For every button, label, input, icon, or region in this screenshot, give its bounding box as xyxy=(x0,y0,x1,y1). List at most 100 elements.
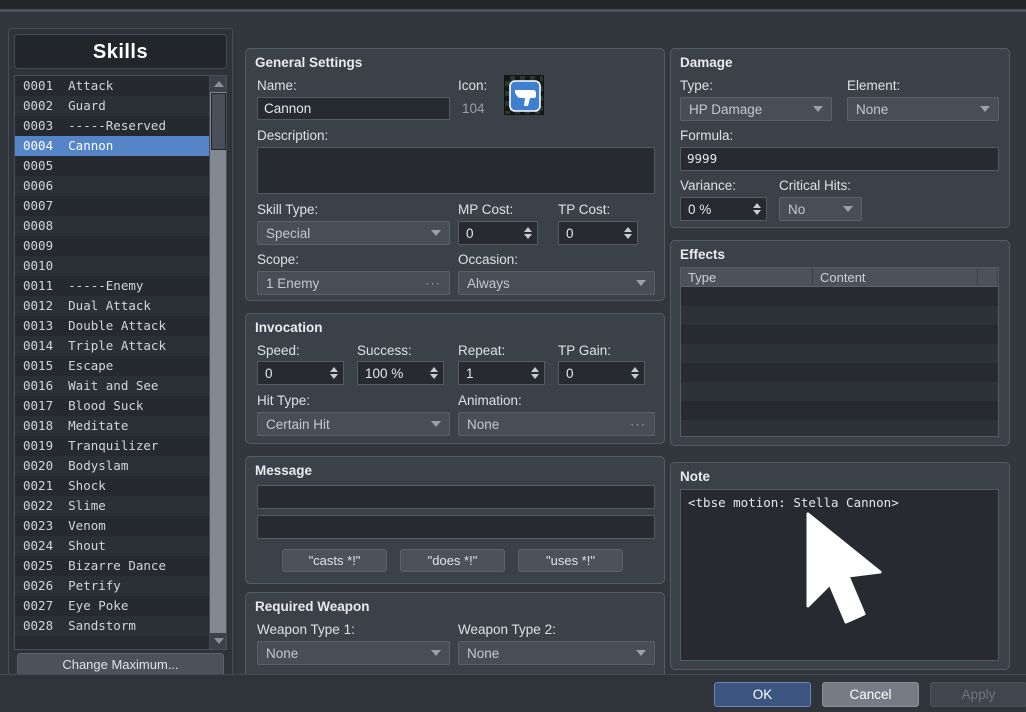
scroll-down-button[interactable] xyxy=(210,633,226,649)
tp-gain-stepper[interactable]: 0 xyxy=(558,361,645,385)
list-item[interactable]: 0007 xyxy=(15,196,211,216)
skills-listbox[interactable]: 0001 Attack 0002 Guard 0003 -----Reserved 0… xyxy=(14,75,227,650)
table-row[interactable] xyxy=(681,344,998,363)
table-row[interactable] xyxy=(681,401,998,420)
spinner-up-icon[interactable] xyxy=(531,367,539,372)
table-row[interactable] xyxy=(681,382,998,401)
spinner-up-icon[interactable] xyxy=(430,367,438,372)
damage-type-select[interactable]: HP Damage xyxy=(680,97,832,121)
list-item[interactable]: 0003 -----Reserved xyxy=(15,116,211,136)
list-item[interactable]: 0005 xyxy=(15,156,211,176)
weapon-type-2-select[interactable]: None xyxy=(458,641,655,665)
spinner-down-icon[interactable] xyxy=(631,374,639,379)
table-row[interactable] xyxy=(681,306,998,325)
success-spinner-buttons[interactable] xyxy=(430,367,438,379)
scope-select[interactable]: 1 Enemy ··· xyxy=(257,271,450,295)
spinner-down-icon[interactable] xyxy=(624,234,632,239)
weapon-type-1-select[interactable]: None xyxy=(257,641,450,665)
skills-list-scrollbar[interactable] xyxy=(209,76,226,649)
table-row[interactable] xyxy=(681,363,998,382)
occasion-select[interactable]: Always xyxy=(458,271,655,295)
speed-spinner-buttons[interactable] xyxy=(330,367,338,379)
list-item[interactable]: 0019 Tranquilizer xyxy=(15,436,211,456)
effects-column-spacer[interactable] xyxy=(978,268,998,286)
message-preset-does-button[interactable]: "does *!" xyxy=(400,549,505,572)
effects-table-body[interactable] xyxy=(681,287,998,436)
list-item[interactable]: 0010 xyxy=(15,256,211,276)
repeat-spinner-buttons[interactable] xyxy=(531,367,539,379)
list-item[interactable]: 0008 xyxy=(15,216,211,236)
list-item[interactable]: 0011 -----Enemy xyxy=(15,276,211,296)
effects-column-content[interactable]: Content xyxy=(813,268,978,286)
speed-stepper[interactable]: 0 xyxy=(257,361,344,385)
critical-hits-select[interactable]: No xyxy=(779,197,862,221)
cancel-button[interactable]: Cancel xyxy=(822,682,919,707)
pistol-icon[interactable] xyxy=(504,75,544,115)
list-item[interactable]: 0012 Dual Attack xyxy=(15,296,211,316)
ellipsis-icon[interactable]: ··· xyxy=(630,418,646,431)
scroll-up-button[interactable] xyxy=(210,76,226,92)
element-select[interactable]: None xyxy=(847,97,999,121)
list-item[interactable]: 0013 Double Attack xyxy=(15,316,211,336)
list-item[interactable]: 0023 Venom xyxy=(15,516,211,536)
effects-table[interactable]: Type Content xyxy=(680,267,999,437)
spinner-up-icon[interactable] xyxy=(631,367,639,372)
hit-type-select[interactable]: Certain Hit xyxy=(257,412,450,436)
list-item[interactable]: 0020 Bodyslam xyxy=(15,456,211,476)
list-item[interactable]: 0018 Meditate xyxy=(15,416,211,436)
message-line2-input[interactable] xyxy=(257,515,655,539)
ok-button[interactable]: OK xyxy=(714,682,811,707)
change-maximum-button[interactable]: Change Maximum... xyxy=(17,653,224,676)
mp-cost-spinner-buttons[interactable] xyxy=(524,227,532,239)
scrollbar-track[interactable] xyxy=(210,92,226,633)
spinner-up-icon[interactable] xyxy=(524,227,532,232)
description-input[interactable] xyxy=(257,147,655,194)
skill-type-select[interactable]: Special xyxy=(257,221,450,245)
variance-spinner-buttons[interactable] xyxy=(753,203,761,215)
note-textarea[interactable]: <tbse motion: Stella Cannon> xyxy=(680,489,999,661)
spinner-down-icon[interactable] xyxy=(531,374,539,379)
list-item[interactable]: 0002 Guard xyxy=(15,96,211,116)
message-line1-input[interactable] xyxy=(257,485,655,509)
spinner-up-icon[interactable] xyxy=(330,367,338,372)
effects-column-type[interactable]: Type xyxy=(681,268,813,286)
animation-select[interactable]: None ··· xyxy=(458,412,655,436)
tp-cost-stepper[interactable]: 0 xyxy=(558,221,638,245)
spinner-up-icon[interactable] xyxy=(624,227,632,232)
list-item[interactable]: 0015 Escape xyxy=(15,356,211,376)
repeat-stepper[interactable]: 1 xyxy=(458,361,545,385)
list-item[interactable]: 0016 Wait and See xyxy=(15,376,211,396)
spinner-down-icon[interactable] xyxy=(753,210,761,215)
list-item[interactable]: 0025 Bizarre Dance xyxy=(15,556,211,576)
list-item[interactable]: 0004 Cannon xyxy=(15,136,211,156)
skills-list-items[interactable]: 0001 Attack 0002 Guard 0003 -----Reserved 0… xyxy=(15,76,211,636)
table-row[interactable] xyxy=(681,287,998,306)
mp-cost-stepper[interactable]: 0 xyxy=(458,221,538,245)
success-stepper[interactable]: 100 % xyxy=(357,361,444,385)
tp-gain-spinner-buttons[interactable] xyxy=(631,367,639,379)
scrollbar-thumb[interactable] xyxy=(211,93,226,150)
ellipsis-icon[interactable]: ··· xyxy=(425,277,441,290)
list-item[interactable]: 0021 Shock xyxy=(15,476,211,496)
message-preset-casts-button[interactable]: "casts *!" xyxy=(282,549,387,572)
list-item[interactable]: 0026 Petrify xyxy=(15,576,211,596)
spinner-up-icon[interactable] xyxy=(753,203,761,208)
variance-stepper[interactable]: 0 % xyxy=(680,197,767,221)
list-item[interactable]: 0017 Blood Suck xyxy=(15,396,211,416)
list-item[interactable]: 0022 Slime xyxy=(15,496,211,516)
spinner-down-icon[interactable] xyxy=(524,234,532,239)
message-preset-uses-button[interactable]: "uses *!" xyxy=(518,549,623,572)
spinner-down-icon[interactable] xyxy=(330,374,338,379)
list-item[interactable]: 0001 Attack xyxy=(15,76,211,96)
list-item[interactable]: 0009 xyxy=(15,236,211,256)
list-item[interactable]: 0028 Sandstorm xyxy=(15,616,211,636)
list-item[interactable]: 0024 Shout xyxy=(15,536,211,556)
table-row[interactable] xyxy=(681,325,998,344)
formula-input[interactable]: 9999 xyxy=(680,147,999,171)
spinner-down-icon[interactable] xyxy=(430,374,438,379)
list-item[interactable]: 0014 Triple Attack xyxy=(15,336,211,356)
list-item[interactable]: 0027 Eye Poke xyxy=(15,596,211,616)
table-row[interactable] xyxy=(681,420,998,436)
tp-cost-spinner-buttons[interactable] xyxy=(624,227,632,239)
name-input[interactable]: Cannon xyxy=(257,97,450,120)
